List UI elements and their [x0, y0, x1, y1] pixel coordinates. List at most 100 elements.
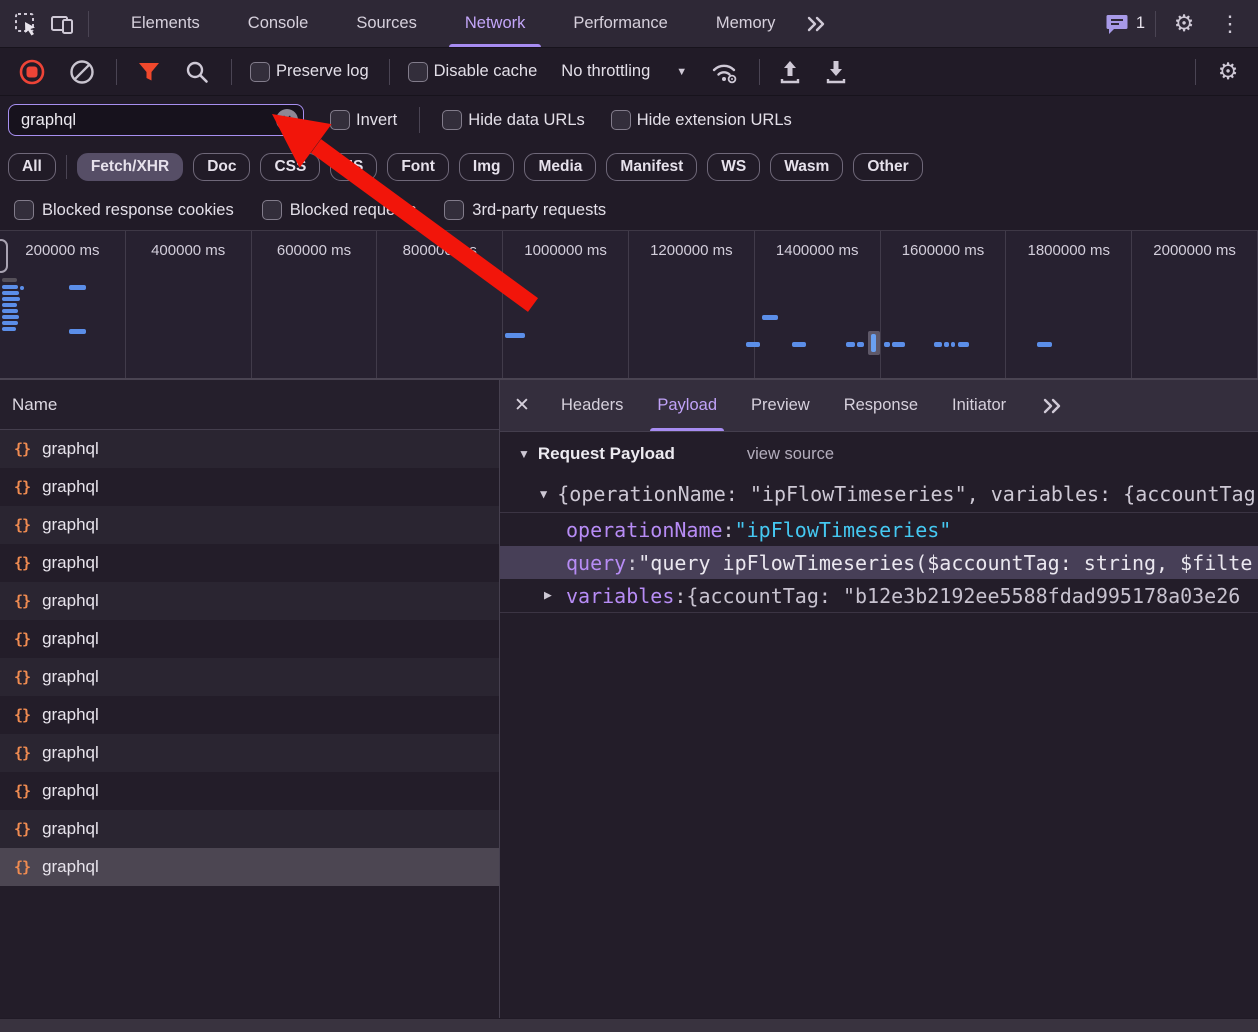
search-icon[interactable] — [179, 54, 215, 90]
blocked-response-cookies-checkbox[interactable] — [14, 200, 34, 220]
resource-type-chip[interactable]: WS — [707, 153, 761, 181]
preserve-log-checkbox[interactable] — [250, 61, 270, 82]
more-tabs-icon[interactable] — [799, 6, 835, 42]
issues-counter[interactable]: 1 — [1105, 13, 1145, 35]
hide-extension-urls-option: Hide extension URLs — [610, 110, 792, 130]
request-timing-bar — [2, 309, 18, 313]
filter-funnel-icon[interactable] — [131, 54, 167, 90]
blocked-requests-checkbox[interactable] — [261, 200, 282, 220]
request-row[interactable]: {} graphql — [0, 468, 499, 506]
network-overview-timeline[interactable]: 200000 ms 400000 ms 600000 ms 800000 ms 1000… — [0, 230, 1258, 380]
resource-type-chip[interactable]: Doc — [193, 153, 251, 181]
resource-type-chip[interactable]: All — [8, 153, 56, 181]
request-row[interactable]: {} graphql — [0, 772, 499, 810]
clear-network-log-icon[interactable] — [64, 54, 100, 90]
request-row[interactable]: {} graphql — [0, 430, 499, 468]
hide-extension-urls-checkbox[interactable] — [610, 110, 631, 130]
devtools-top-bar: Elements Console Sources Network Performance… — [0, 0, 1258, 48]
devtools-window: Elements Console Sources Network Performance… — [0, 0, 1258, 1032]
collapse-triangle-icon[interactable]: ▼ — [540, 487, 547, 501]
third-party-requests-label: 3rd-party requests — [472, 200, 607, 219]
expand-triangle-icon[interactable]: ▶ — [544, 588, 560, 603]
resource-type-chip[interactable]: Other — [853, 153, 923, 181]
record-network-log-icon[interactable] — [14, 54, 50, 90]
request-timing-bar — [2, 285, 18, 289]
issues-count: 1 — [1135, 14, 1145, 32]
request-timing-bar — [951, 342, 955, 347]
resource-type-chip[interactable]: JS — [330, 153, 378, 181]
request-row[interactable]: {} graphql — [0, 582, 499, 620]
filter-input[interactable] — [9, 110, 303, 130]
request-timing-bar — [958, 342, 969, 347]
details-tab[interactable]: Preview — [734, 380, 827, 431]
top-tab[interactable]: Memory — [692, 0, 800, 47]
throttling-dropdown[interactable]: No throttling ▼ — [561, 62, 687, 81]
inspect-element-icon[interactable] — [8, 6, 44, 42]
payload-preview-line[interactable]: ▼ {operationName: "ipFlowTimeseries", va… — [500, 476, 1258, 512]
payload-row[interactable]: operationName : "ipFlowTimeseries" — [500, 513, 1258, 546]
details-tabs: Headers Payload Preview Response Initiator — [544, 380, 1023, 431]
details-tab[interactable]: Response — [827, 380, 935, 431]
request-timing-bar — [2, 321, 18, 325]
disable-cache-checkbox[interactable] — [407, 61, 428, 82]
request-row[interactable]: {} graphql — [0, 810, 499, 848]
resource-type-chip[interactable]: CSS — [260, 153, 321, 181]
resource-type-chip[interactable]: Fetch/XHR — [76, 153, 184, 181]
collapse-triangle-icon[interactable]: ▼ — [518, 447, 530, 461]
payload-row[interactable]: ▶ variables : {accountTag: "b12e3b2192ee… — [500, 579, 1258, 612]
network-settings-gear-icon[interactable]: ⚙ — [1210, 54, 1246, 90]
filter-input-box: ✕ — [8, 104, 304, 136]
request-row[interactable]: {} graphql — [0, 506, 499, 544]
resource-type-chip[interactable]: Wasm — [770, 153, 844, 181]
json-braces-icon: {} — [14, 478, 31, 496]
payload-value: {accountTag: "b12e3b2192ee5588fdad995178… — [686, 583, 1241, 608]
resource-type-chip[interactable]: Manifest — [606, 153, 698, 181]
timeline-tick-label: 600000 ms — [252, 231, 378, 378]
third-party-requests-checkbox[interactable] — [444, 200, 465, 220]
timeline-tick-label: 1600000 ms — [881, 231, 1007, 378]
timeline-tick-label: 200000 ms — [0, 231, 126, 378]
separator — [500, 612, 1258, 613]
invert-checkbox[interactable] — [330, 110, 350, 130]
top-tab[interactable]: Elements — [107, 0, 224, 47]
top-tab[interactable]: Sources — [332, 0, 441, 47]
details-tab[interactable]: Headers — [544, 380, 640, 431]
payload-key: operationName — [566, 517, 723, 542]
request-payload-header: ▼ Request Payload view source — [500, 432, 1258, 476]
close-details-icon[interactable]: ✕ — [500, 394, 544, 417]
payload-value: "query ipFlowTimeseries($accountTag: str… — [638, 550, 1253, 575]
timeline-drag-handle[interactable] — [0, 239, 8, 273]
request-name: graphql — [42, 477, 99, 496]
top-tab[interactable]: Network — [441, 0, 550, 47]
details-tab[interactable]: Payload — [640, 380, 734, 431]
more-details-tabs-icon[interactable] — [1035, 388, 1071, 424]
request-row[interactable]: {} graphql — [0, 658, 499, 696]
export-har-icon[interactable] — [818, 54, 854, 90]
top-tab[interactable]: Performance — [549, 0, 691, 47]
request-row[interactable]: {} graphql — [0, 696, 499, 734]
payload-row[interactable]: query : "query ipFlowTimeseries($account… — [500, 546, 1258, 579]
import-har-icon[interactable] — [772, 54, 808, 90]
timeline-columns: 200000 ms 400000 ms 600000 ms 800000 ms 1000… — [0, 231, 1258, 378]
resource-type-chip[interactable]: Img — [458, 153, 515, 181]
settings-gear-icon[interactable]: ⚙ — [1166, 6, 1202, 42]
request-row[interactable]: {} graphql — [0, 620, 499, 658]
request-row[interactable]: {} graphql — [0, 544, 499, 582]
request-row[interactable]: {} graphql — [0, 848, 499, 886]
resource-type-chip[interactable]: Font — [387, 153, 449, 181]
clear-filter-icon[interactable]: ✕ — [276, 109, 298, 131]
network-toolbar: Preserve log Disable cache No throttling… — [0, 48, 1258, 96]
details-tab[interactable]: Initiator — [935, 380, 1023, 431]
resource-type-chip[interactable]: Media — [524, 153, 597, 181]
json-braces-icon: {} — [14, 668, 31, 686]
hide-data-urls-checkbox[interactable] — [442, 110, 463, 130]
device-toolbar-icon[interactable] — [44, 6, 80, 42]
view-source-link[interactable]: view source — [747, 445, 834, 464]
network-conditions-icon[interactable] — [707, 54, 743, 90]
top-tab[interactable]: Console — [224, 0, 333, 47]
name-column-header[interactable]: Name — [0, 380, 499, 430]
json-braces-icon: {} — [14, 630, 31, 648]
request-row[interactable]: {} graphql — [0, 734, 499, 772]
kebab-menu-icon[interactable]: ⋮ — [1212, 6, 1248, 42]
invert-label: Invert — [356, 110, 398, 129]
